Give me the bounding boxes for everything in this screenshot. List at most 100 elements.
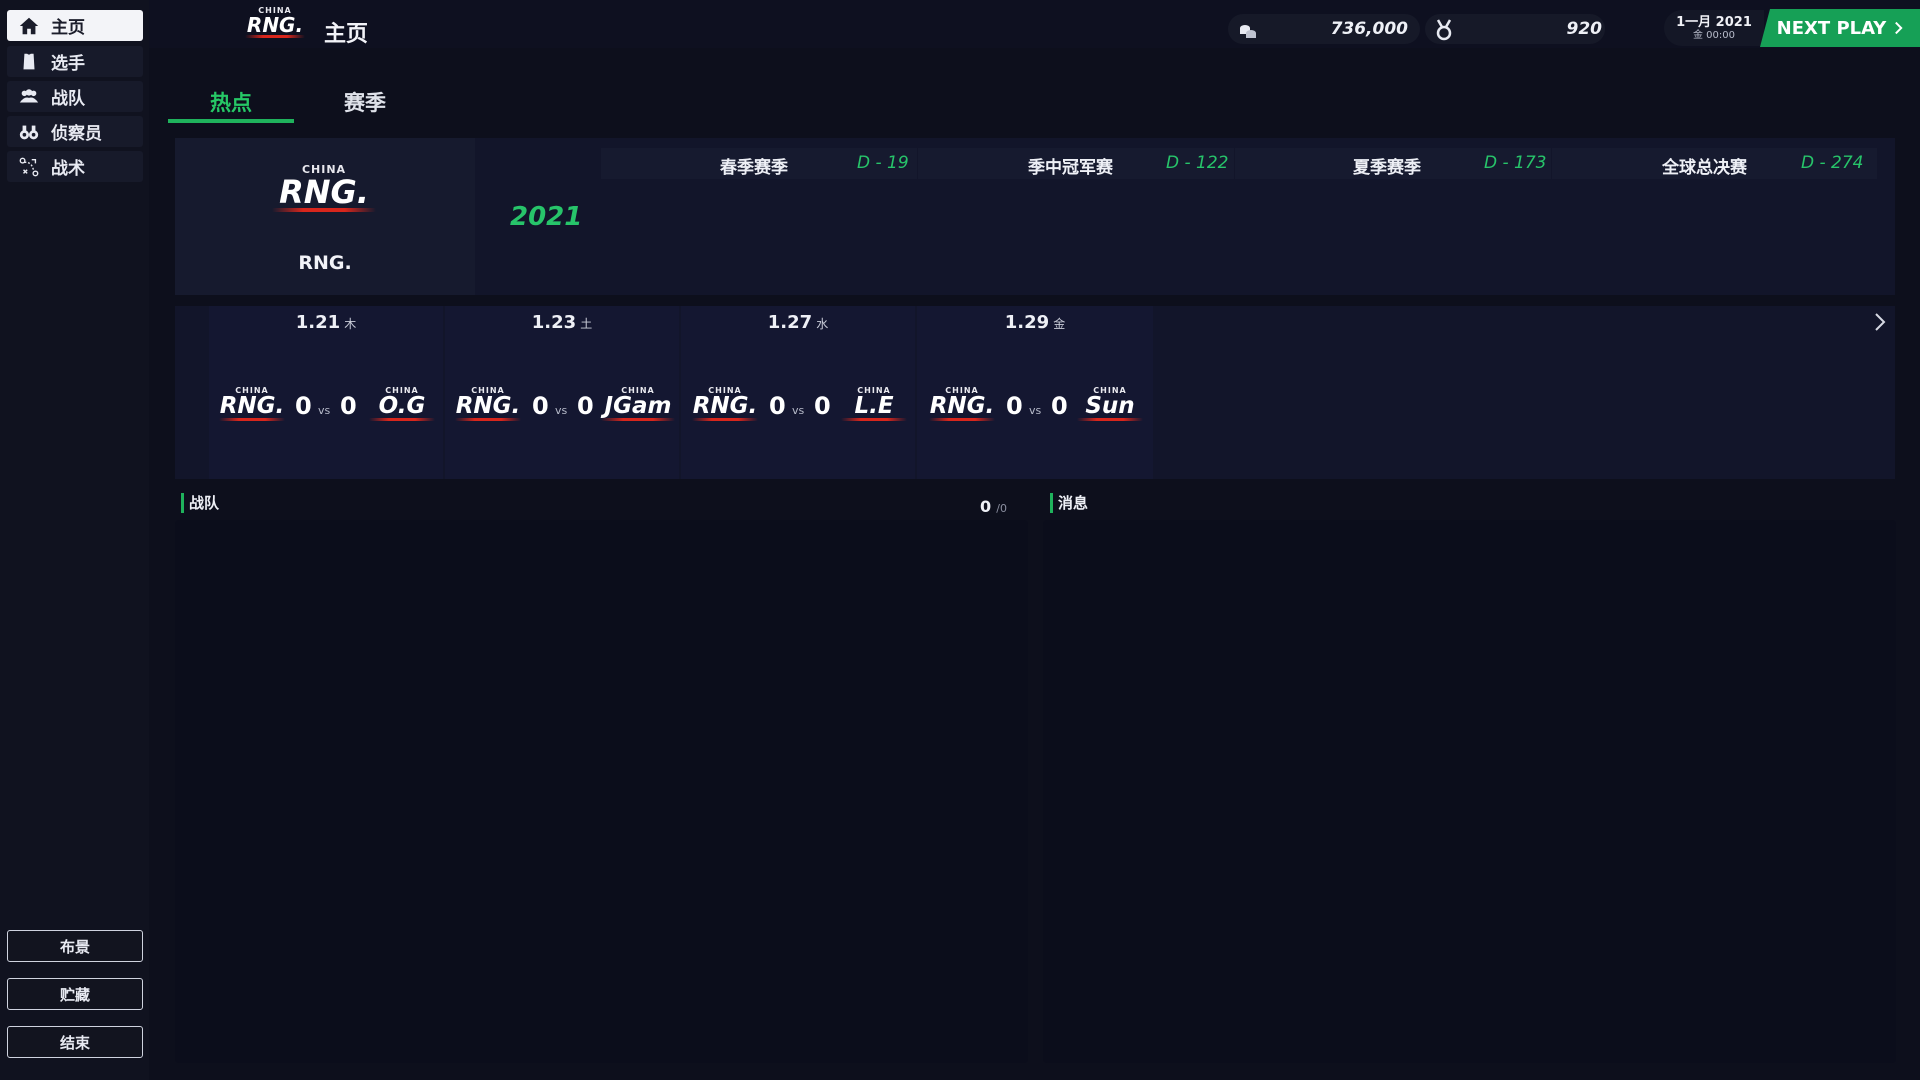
season-event-name: 季中冠军赛 — [1028, 158, 1113, 178]
home-team-logo: CHINA RNG. — [926, 382, 998, 424]
match-date-text: 1.29 — [1004, 312, 1050, 333]
next-play-label: NEXT PLAY — [1776, 17, 1887, 39]
away-score: 0 — [814, 392, 831, 420]
logo-swoosh — [841, 417, 907, 421]
vs-label: vs — [792, 404, 805, 417]
logo-swoosh — [601, 417, 675, 421]
logo-team-text: RNG. — [279, 172, 369, 211]
away-team-logo: CHINA L.E — [838, 382, 910, 424]
sidebar-item-team[interactable]: 战队 — [7, 81, 143, 112]
logo-swoosh — [245, 35, 305, 38]
sidebar-item-tactics[interactable]: 战术 — [7, 151, 143, 182]
home-score: 0 — [532, 392, 549, 420]
match-day: 水 — [816, 317, 829, 331]
team-icon — [7, 81, 51, 112]
match-day: 木 — [344, 317, 357, 331]
away-team-name: O.G — [378, 392, 426, 419]
logo-swoosh — [1077, 417, 1143, 421]
logo-swoosh — [369, 417, 435, 421]
sidebar-item-home[interactable]: 主页 — [7, 10, 143, 41]
match-date: 1.29 金 — [917, 312, 1153, 333]
team-section-title: 战队 — [189, 494, 220, 512]
away-score: 0 — [1051, 392, 1068, 420]
team-card-name: RNG. — [298, 252, 352, 274]
home-team-name: RNG. — [692, 392, 758, 419]
match-day: 土 — [580, 317, 593, 331]
home-score: 0 — [295, 392, 312, 420]
team-section-label: 战队 — [181, 492, 219, 513]
home-team-logo: CHINA RNG. — [689, 382, 761, 424]
save-button[interactable]: 贮藏 — [7, 978, 143, 1010]
message-section-title: 消息 — [1058, 494, 1089, 512]
away-team-name: Sun — [1085, 392, 1135, 419]
player-icon — [7, 46, 51, 77]
header-team-logo: CHINA RNG. — [240, 2, 310, 42]
home-team-logo: CHINA RNG. — [216, 382, 288, 424]
sidebar-item-label: 选手 — [51, 54, 85, 74]
season-event-countdown: D - 19 — [857, 153, 909, 173]
page-title: 主页 — [324, 22, 369, 47]
team-count: 0 — [980, 497, 992, 516]
home-score: 0 — [1006, 392, 1023, 420]
season-event-name: 夏季赛季 — [1353, 158, 1421, 178]
away-team-logo: CHINA JGam — [598, 382, 678, 424]
message-section-label: 消息 — [1050, 492, 1088, 513]
sidebar-item-label: 侦察员 — [51, 124, 102, 144]
home-score: 0 — [769, 392, 786, 420]
binoculars-icon — [7, 116, 51, 147]
match-date: 1.21 木 — [209, 312, 443, 333]
logo-swoosh — [219, 417, 285, 421]
logo-swoosh — [692, 417, 758, 421]
team-total: /0 — [996, 502, 1007, 515]
date-sub: 金 00:00 — [1693, 29, 1735, 41]
next-play-button[interactable]: NEXT PLAY — [1760, 9, 1920, 47]
schedule-next-arrow[interactable] — [1868, 310, 1892, 334]
points-value: 920 — [1566, 19, 1603, 39]
team-list-panel — [175, 520, 1028, 1063]
top-bar — [149, 0, 1920, 48]
match-day: 金 — [1053, 317, 1066, 331]
home-team-logo: CHINA RNG. — [452, 382, 524, 424]
away-team-name: JGam — [604, 392, 672, 419]
sidebar-item-label: 战术 — [51, 159, 85, 179]
away-score: 0 — [577, 392, 594, 420]
logo-swoosh — [455, 417, 521, 421]
season-year: 2021 — [510, 202, 583, 232]
away-score: 0 — [340, 392, 357, 420]
season-event-countdown: D - 274 — [1801, 153, 1864, 173]
tab-season[interactable]: 赛季 — [302, 84, 428, 120]
away-team-name: L.E — [854, 392, 894, 419]
vs-label: vs — [318, 404, 331, 417]
date-display: 1一月 2021 金 00:00 — [1664, 10, 1764, 46]
home-team-name: RNG. — [219, 392, 285, 419]
chevron-right-icon — [1875, 313, 1886, 331]
sidebar-item-scout[interactable]: 侦察员 — [7, 116, 143, 147]
coins-icon — [1237, 19, 1259, 41]
layout-button[interactable]: 布景 — [7, 930, 143, 962]
end-button[interactable]: 结束 — [7, 1026, 143, 1058]
season-event-name: 全球总决赛 — [1662, 158, 1747, 178]
match-date-text: 1.23 — [531, 312, 577, 333]
season-event-name: 春季赛季 — [720, 158, 788, 178]
season-event-countdown: D - 122 — [1166, 153, 1229, 173]
chevron-right-icon — [1895, 21, 1903, 35]
season-event-countdown: D - 173 — [1484, 153, 1547, 173]
team-section-count: 0 /0 — [980, 497, 1007, 516]
match-date: 1.27 水 — [681, 312, 915, 333]
vs-label: vs — [555, 404, 568, 417]
section-accent-bar — [181, 492, 184, 513]
sidebar-item-label: 主页 — [51, 18, 85, 38]
match-date-text: 1.21 — [295, 312, 341, 333]
match-date: 1.23 土 — [445, 312, 679, 333]
home-team-name: RNG. — [929, 392, 995, 419]
match-date-text: 1.27 — [767, 312, 813, 333]
money-value: 736,000 — [1330, 19, 1408, 39]
logo-swoosh — [929, 417, 995, 421]
medal-icon — [1433, 18, 1455, 42]
tactics-icon — [7, 151, 51, 182]
home-icon — [7, 10, 51, 41]
message-list-panel — [1043, 520, 1896, 1063]
sidebar-item-players[interactable]: 选手 — [7, 46, 143, 77]
tab-hotspot[interactable]: 热点 — [168, 84, 294, 120]
home-team-name: RNG. — [455, 392, 521, 419]
